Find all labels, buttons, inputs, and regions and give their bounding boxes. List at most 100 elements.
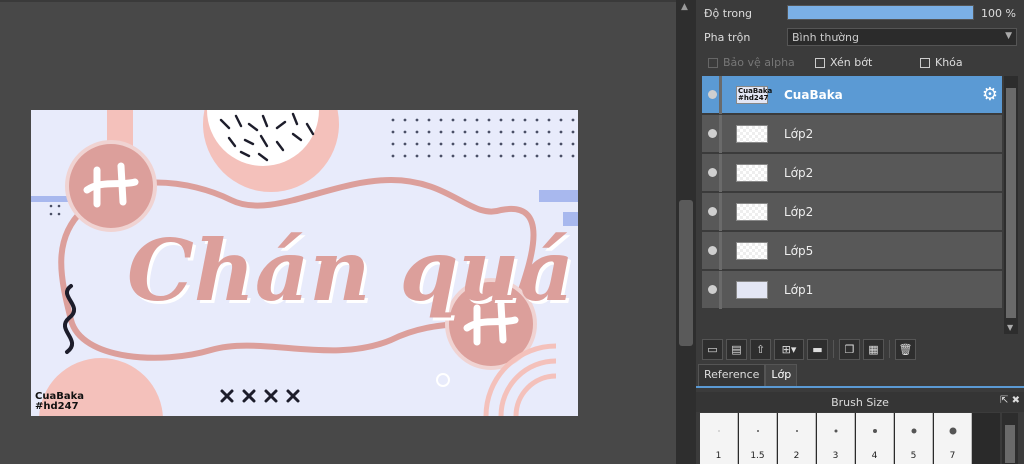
visibility-icon[interactable] — [708, 285, 717, 294]
brush-size-cell[interactable]: 3 — [817, 413, 855, 464]
brush-size-label: 1 — [715, 451, 722, 461]
layer-thumbnail: CuaBaka #hd247 — [736, 86, 773, 104]
brush-scroll-thumb[interactable] — [1005, 425, 1015, 463]
layer-name: CuaBaka — [784, 88, 843, 102]
layer-row[interactable]: Lớp2 — [702, 154, 1002, 192]
layer-list-scrollbar[interactable]: ▼ — [1004, 76, 1018, 334]
layer-scroll-thumb[interactable] — [1006, 88, 1016, 318]
layer-thumbnail — [736, 203, 768, 221]
layer-thumbnail — [736, 281, 768, 299]
opacity-slider-fill — [788, 6, 973, 19]
brush-size-grid: 1 1.5 2 3 4 5 7 — [700, 413, 1000, 464]
opacity-label: Độ trong — [704, 7, 753, 20]
visibility-icon[interactable] — [708, 129, 717, 138]
lock-label: Khóa — [935, 56, 963, 69]
brush-size-cell[interactable]: 2 — [778, 413, 816, 464]
layer-strip — [719, 193, 722, 231]
artwork-watermark: CuaBaka #hd247 — [35, 392, 84, 412]
tab-layer[interactable]: Lớp — [765, 364, 798, 386]
clip-checkbox[interactable]: Xén bớt — [815, 56, 872, 69]
protect-alpha-label: Bảo vệ alpha — [723, 56, 795, 69]
brush-size-label: 3 — [832, 451, 839, 461]
canvas-scroll-thumb[interactable] — [679, 200, 693, 346]
panel-controls: ⇱ ✖ — [1000, 395, 1020, 406]
close-icon[interactable]: ✖ — [1012, 395, 1020, 406]
layer-strip — [719, 115, 722, 153]
new-layer-from-file-icon[interactable]: ▤ — [726, 338, 747, 360]
layer-row[interactable]: Lớp2 — [702, 193, 1002, 231]
layer-panel: Độ trong 100 % Pha trộn Bình thường ▼ Bả… — [696, 0, 1024, 464]
delete-layer-icon[interactable]: 🗑 — [895, 338, 916, 360]
duplicate-layer-icon[interactable]: ❐ — [839, 338, 860, 360]
visibility-icon[interactable] — [708, 246, 717, 255]
layer-name: Lớp1 — [784, 283, 814, 297]
tab-reference[interactable]: Reference — [698, 364, 766, 386]
blend-label: Pha trộn — [704, 31, 751, 44]
toolbar-separator — [833, 340, 834, 358]
layer-strip — [719, 154, 722, 192]
checkbox-box — [708, 57, 718, 68]
visibility-icon[interactable] — [708, 207, 717, 216]
opacity-value: 100 % — [981, 7, 1016, 20]
brush-size-cell[interactable]: 1.5 — [739, 413, 777, 464]
layer-thumbnail — [736, 164, 768, 182]
layer-toolbar: ▭ ▤ ⇧ ⊞▾ ▬ ❐ ▦ 🗑 — [702, 336, 916, 362]
app-window: Chán quá Chán quá CuaBaka #hd247 ▲ Độ tr… — [0, 0, 1024, 464]
scroll-up-icon[interactable]: ▲ — [681, 2, 688, 12]
artwork-canvas[interactable]: Chán quá Chán quá CuaBaka #hd247 — [31, 110, 578, 416]
protect-alpha-checkbox[interactable]: Bảo vệ alpha — [708, 56, 795, 69]
merge-layer-icon[interactable]: ▦ — [863, 338, 884, 360]
layer-thumbnail — [736, 242, 768, 260]
artwork-graphic: Chán quá Chán quá — [31, 110, 578, 416]
add-layer-menu-icon[interactable]: ⊞▾ — [774, 338, 804, 360]
watermark-line-2: #hd247 — [35, 401, 79, 412]
brush-size-cell[interactable]: 4 — [856, 413, 894, 464]
canvas-area[interactable]: Chán quá Chán quá CuaBaka #hd247 — [0, 0, 676, 464]
visibility-icon[interactable] — [708, 168, 717, 177]
scroll-down-icon[interactable]: ▼ — [1007, 323, 1013, 332]
layer-name: Lớp2 — [784, 205, 814, 219]
layer-strip — [719, 271, 722, 309]
brush-size-label: 1.5 — [750, 451, 765, 461]
brush-size-title: Brush Size — [831, 396, 889, 409]
layer-list: CuaBaka #hd247 CuaBaka ⚙ Lớp2 Lớp2 Lớp2 … — [702, 76, 1002, 334]
gear-icon[interactable]: ⚙ — [982, 84, 998, 105]
popout-icon[interactable]: ⇱ — [1000, 395, 1008, 406]
brush-size-label: 2 — [793, 451, 800, 461]
layer-name: Lớp2 — [784, 166, 814, 180]
layer-row[interactable]: Lớp1 — [702, 271, 1002, 309]
new-layer-icon[interactable]: ▭ — [702, 338, 723, 360]
layer-strip — [719, 232, 722, 270]
layer-thumbnail — [736, 125, 768, 143]
brush-size-label: 5 — [910, 451, 917, 461]
checkbox-box — [920, 57, 930, 68]
brush-size-cell[interactable]: 5 — [895, 413, 933, 464]
artwork-title: Chán quá — [127, 221, 574, 320]
blend-mode-select[interactable]: Bình thường ▼ — [787, 28, 1017, 46]
checkbox-box — [815, 57, 825, 68]
blend-mode-value: Bình thường — [792, 31, 859, 44]
layer-name: Lớp2 — [784, 127, 814, 141]
layer-row[interactable]: CuaBaka #hd247 CuaBaka ⚙ — [702, 76, 1002, 114]
tab-underline — [696, 386, 1024, 388]
visibility-icon[interactable] — [708, 90, 717, 99]
brush-size-cell[interactable]: 1 — [700, 413, 738, 464]
brush-size-label: 4 — [871, 451, 878, 461]
canvas-vertical-scrollbar[interactable]: ▲ — [676, 0, 696, 464]
panel-tabs: Reference Lớp — [698, 364, 798, 386]
lock-checkbox[interactable]: Khóa — [920, 56, 963, 69]
layer-row[interactable]: Lớp5 — [702, 232, 1002, 270]
layer-row[interactable]: Lớp2 — [702, 115, 1002, 153]
opacity-slider[interactable] — [787, 5, 974, 20]
brush-size-header: Brush Size ⇱ ✖ — [696, 392, 1024, 412]
layer-strip — [719, 76, 722, 114]
brush-grid-scrollbar[interactable] — [1002, 413, 1018, 464]
toolbar-separator — [889, 340, 890, 358]
canvas-top-border — [0, 0, 676, 2]
layer-name: Lớp5 — [784, 244, 814, 258]
import-layer-icon[interactable]: ⇧ — [750, 338, 771, 360]
clip-label: Xén bớt — [830, 56, 873, 69]
folder-icon[interactable]: ▬ — [807, 338, 828, 360]
brush-size-label: 7 — [949, 451, 956, 461]
brush-size-cell[interactable]: 7 — [934, 413, 972, 464]
